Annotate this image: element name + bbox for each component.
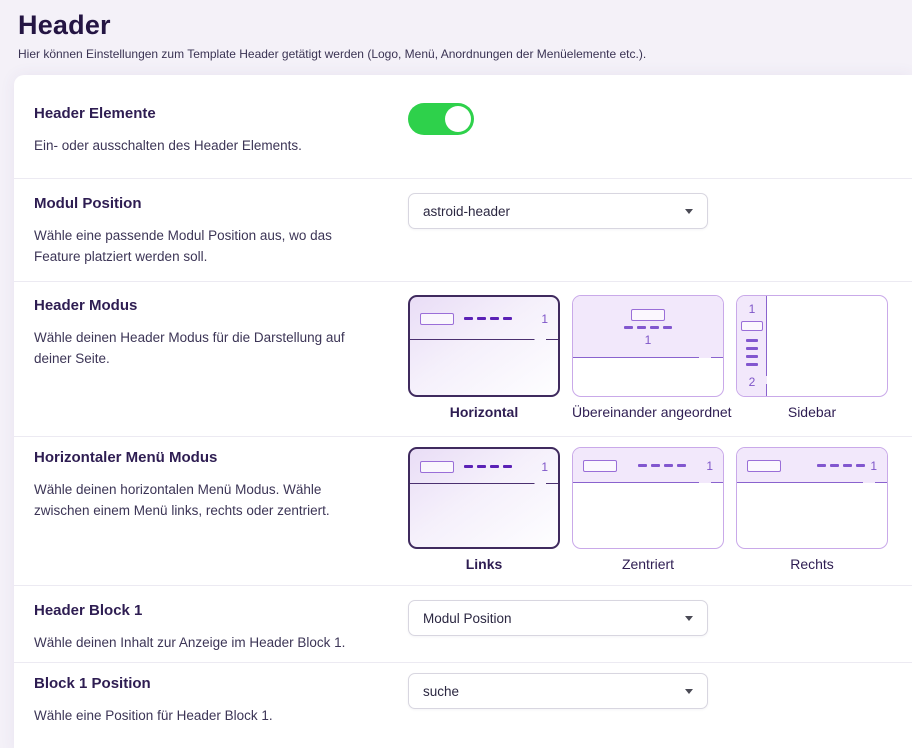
settings-card: Header Elemente Ein- oder ausschalten de… xyxy=(14,75,912,748)
dropdown-caret-icon xyxy=(685,209,693,214)
logo-placeholder-icon xyxy=(741,321,763,331)
field-control: 1 Links 1 Zentriert xyxy=(408,447,892,572)
row-header-elemente: Header Elemente Ein- oder ausschalten de… xyxy=(14,75,912,179)
field-info: Header Modus Wähle deinen Header Modus f… xyxy=(34,297,408,369)
logo-placeholder-icon xyxy=(583,460,617,472)
field-description: Wähle deinen Header Modus für die Darste… xyxy=(34,327,366,369)
option-preview: 1 2 xyxy=(736,295,888,397)
menue-modus-options: 1 Links 1 Zentriert xyxy=(408,447,892,572)
field-control: 1 Horizontal 1 Über xyxy=(408,295,892,420)
logo-placeholder-icon xyxy=(631,309,665,321)
header-preview: 1 xyxy=(737,448,887,483)
header-block-1-select[interactable]: Modul Position xyxy=(408,600,708,636)
menu-dashes-icon xyxy=(746,339,758,366)
field-description: Wähle deinen Inhalt zur Anzeige im Heade… xyxy=(34,632,366,653)
field-info: Header Block 1 Wähle deinen Inhalt zur A… xyxy=(34,602,408,653)
select-value: suche xyxy=(423,684,459,699)
menu-dashes-icon xyxy=(624,326,672,329)
logo-placeholder-icon xyxy=(747,460,781,472)
option-label: Übereinander angeordnet xyxy=(572,404,724,420)
block-number: 1 xyxy=(870,460,877,472)
toggle-knob-icon xyxy=(445,106,471,132)
logo-placeholder-icon xyxy=(420,461,454,473)
field-info: Header Elemente Ein- oder ausschalten de… xyxy=(34,105,408,156)
option-card-uebereinander[interactable]: 1 Übereinander angeordnet xyxy=(572,295,724,420)
dropdown-caret-icon xyxy=(685,689,693,694)
option-label: Links xyxy=(408,556,560,572)
field-description: Wähle deinen horizontalen Menü Modus. Wä… xyxy=(34,479,366,521)
field-info: Modul Position Wähle eine passende Modul… xyxy=(34,195,408,267)
option-preview: 1 xyxy=(408,447,560,549)
option-label: Rechts xyxy=(736,556,888,572)
row-modul-position: Modul Position Wähle eine passende Modul… xyxy=(14,179,912,282)
menu-dashes-icon xyxy=(638,464,686,467)
menu-dashes-icon xyxy=(464,317,512,320)
option-card-horizontal[interactable]: 1 Horizontal xyxy=(408,295,560,420)
template-header-settings-page: Header Hier können Einstellungen zum Tem… xyxy=(0,0,912,748)
block-1-position-select[interactable]: suche xyxy=(408,673,708,709)
field-label: Block 1 Position xyxy=(34,675,384,692)
field-info: Block 1 Position Wähle eine Position für… xyxy=(34,675,408,726)
menu-dashes-icon xyxy=(817,464,865,467)
field-label: Horizontaler Menü Modus xyxy=(34,449,384,466)
option-card-links[interactable]: 1 Links xyxy=(408,447,560,572)
option-preview: 1 xyxy=(736,447,888,549)
option-preview: 1 xyxy=(572,295,724,397)
field-description: Wähle eine passende Modul Position aus, … xyxy=(34,225,366,267)
logo-placeholder-icon xyxy=(420,313,454,325)
field-label: Header Modus xyxy=(34,297,384,314)
option-preview: 1 xyxy=(408,295,560,397)
field-info: Horizontaler Menü Modus Wähle deinen hor… xyxy=(34,449,408,521)
block-number: 1 xyxy=(645,334,652,346)
block-number: 2 xyxy=(749,376,756,388)
dropdown-caret-icon xyxy=(685,616,693,621)
option-label: Horizontal xyxy=(408,404,560,420)
row-block-1-position: Block 1 Position Wähle eine Position für… xyxy=(14,663,912,736)
row-menue-modus: Horizontaler Menü Modus Wähle deinen hor… xyxy=(14,437,912,586)
select-value: astroid-header xyxy=(423,204,510,219)
field-label: Modul Position xyxy=(34,195,384,212)
option-preview: 1 xyxy=(572,447,724,549)
field-control: suche xyxy=(408,673,892,709)
sidebar-preview: 1 2 xyxy=(737,296,767,396)
option-card-rechts[interactable]: 1 Rechts xyxy=(736,447,888,572)
field-label: Header Block 1 xyxy=(34,602,384,619)
menu-dashes-icon xyxy=(464,465,512,468)
header-elemente-toggle[interactable] xyxy=(408,103,474,135)
block-number: 1 xyxy=(541,461,548,473)
page-subtitle: Hier können Einstellungen zum Template H… xyxy=(18,47,894,61)
block-number: 1 xyxy=(706,460,713,472)
header-modus-options: 1 Horizontal 1 Über xyxy=(408,295,892,420)
field-control: astroid-header xyxy=(408,193,892,229)
row-header-block-1: Header Block 1 Wähle deinen Inhalt zur A… xyxy=(14,586,912,663)
block-number: 1 xyxy=(749,303,756,315)
field-description: Wähle eine Position für Header Block 1. xyxy=(34,705,366,726)
header-preview: 1 xyxy=(573,296,723,358)
modul-position-select[interactable]: astroid-header xyxy=(408,193,708,229)
page-title: Header xyxy=(18,10,894,41)
header-preview: 1 xyxy=(410,449,558,484)
option-card-sidebar[interactable]: 1 2 Sidebar xyxy=(736,295,888,420)
field-control xyxy=(408,103,892,135)
field-description: Ein- oder ausschalten des Header Element… xyxy=(34,135,366,156)
row-header-modus: Header Modus Wähle deinen Header Modus f… xyxy=(14,282,912,437)
field-label: Header Elemente xyxy=(34,105,384,122)
header-preview: 1 xyxy=(410,297,558,340)
option-card-zentriert[interactable]: 1 Zentriert xyxy=(572,447,724,572)
block-number: 1 xyxy=(541,313,548,325)
page-header: Header Hier können Einstellungen zum Tem… xyxy=(0,0,912,75)
header-preview: 1 xyxy=(573,448,723,483)
option-label: Zentriert xyxy=(572,556,724,572)
option-label: Sidebar xyxy=(736,404,888,420)
select-value: Modul Position xyxy=(423,611,512,626)
field-control: Modul Position xyxy=(408,600,892,636)
